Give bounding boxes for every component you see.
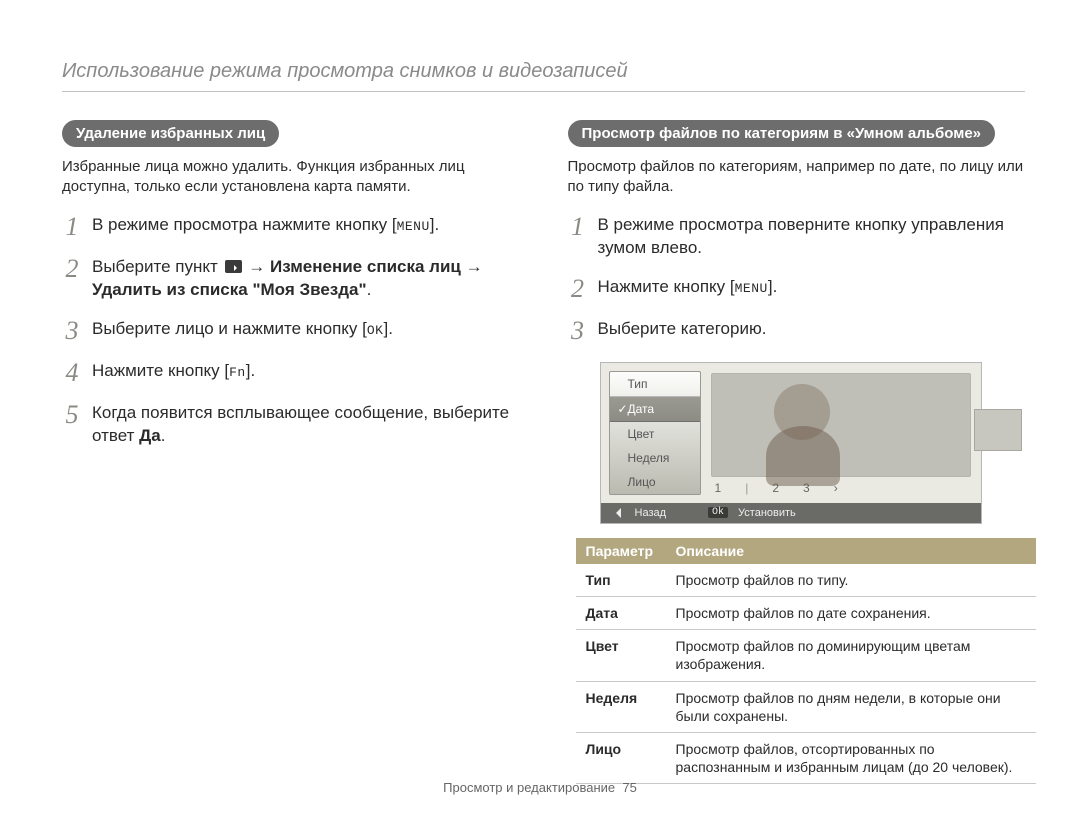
step-number: 3: [568, 318, 588, 344]
params-table: Параметр Описание ТипПросмотр файлов по …: [576, 538, 1036, 785]
photo-preview: [711, 373, 971, 477]
step-number: 2: [62, 256, 82, 302]
right-intro: Просмотр файлов по категориям, например …: [568, 157, 1026, 196]
right-column: Просмотр файлов по категориям в «Умном а…: [568, 120, 1026, 784]
right-pill: Просмотр файлов по категориям в «Умном а…: [568, 120, 996, 147]
playback-icon: [225, 260, 242, 273]
step-text: Нажмите кнопку [Fn].: [92, 360, 520, 386]
step-number: 5: [62, 402, 82, 448]
right-step-3: 3 Выберите категорию.: [568, 318, 1026, 344]
left-step-4: 4 Нажмите кнопку [Fn].: [62, 360, 520, 386]
menu-item-date: ✓Дата: [610, 396, 700, 422]
right-step-2: 2 Нажмите кнопку [MENU].: [568, 276, 1026, 302]
menu-key: MENU: [735, 281, 768, 296]
left-step-1: 1 В режиме просмотра нажмите кнопку [MEN…: [62, 214, 520, 240]
table-row: ДатаПросмотр файлов по дате сохранения.: [576, 597, 1036, 630]
th-param: Параметр: [576, 538, 666, 564]
menu-item-color: Цвет: [610, 422, 700, 446]
step-text: Нажмите кнопку [MENU].: [598, 276, 1026, 302]
back-arrow-icon: [611, 508, 621, 518]
set-label: Установить: [738, 507, 796, 519]
step-text: В режиме просмотра нажмите кнопку [MENU]…: [92, 214, 520, 240]
pager-sep: |: [745, 481, 748, 495]
left-step-3: 3 Выберите лицо и нажмите кнопку [OK].: [62, 318, 520, 344]
left-intro: Избранные лица можно удалить. Функция из…: [62, 157, 520, 196]
step-number: 3: [62, 318, 82, 344]
menu-item-type: Тип: [610, 372, 700, 396]
menu-item-face: Лицо: [610, 470, 700, 494]
step-text: Выберите лицо и нажмите кнопку [OK].: [92, 318, 520, 344]
pager: 1 | 2 3 ›: [701, 477, 981, 503]
step-number: 4: [62, 360, 82, 386]
left-step-2: 2 Выберите пункт → Изменение списка лиц …: [62, 256, 520, 302]
step-text: Когда появится всплывающее сообщение, вы…: [92, 402, 520, 448]
step-text: Выберите категорию.: [598, 318, 1026, 344]
table-row: ЦветПросмотр файлов по доминирующим цвет…: [576, 630, 1036, 681]
screen-footer: Назад Ok Установить: [601, 503, 981, 523]
right-step-1: 1 В режиме просмотра поверните кнопку уп…: [568, 214, 1026, 260]
left-column: Удаление избранных лиц Избранные лица мо…: [62, 120, 520, 784]
menu-key: MENU: [397, 219, 430, 234]
table-header: Параметр Описание: [576, 538, 1036, 564]
step-number: 1: [568, 214, 588, 260]
menu-item-week: Неделя: [610, 446, 700, 470]
table-row: ЛицоПросмотр файлов, отсортированных по …: [576, 733, 1036, 784]
category-menu: Тип ✓Дата Цвет Неделя Лицо: [609, 371, 701, 495]
th-desc: Описание: [666, 538, 1036, 564]
ok-key-icon: Ok: [708, 507, 728, 518]
step-number: 2: [568, 276, 588, 302]
columns: Удаление избранных лиц Избранные лица мо…: [62, 120, 1025, 784]
page-footer: Просмотр и редактирование 75: [0, 780, 1080, 795]
thumbnail-icon: [974, 409, 1022, 451]
left-step-5: 5 Когда появится всплывающее сообщение, …: [62, 402, 520, 448]
step-number: 1: [62, 214, 82, 240]
face-placeholder-icon: [712, 374, 970, 476]
screen-body: Тип ✓Дата Цвет Неделя Лицо 1 | 2 3: [601, 363, 981, 503]
left-pill: Удаление избранных лиц: [62, 120, 279, 147]
step-text: В режиме просмотра поверните кнопку упра…: [598, 214, 1026, 260]
screen-right: 1 | 2 3 ›: [701, 363, 981, 503]
page-1: 1: [715, 481, 722, 495]
ok-key: OK: [367, 323, 384, 338]
fn-key: Fn: [229, 365, 246, 380]
camera-screen: Тип ✓Дата Цвет Неделя Лицо 1 | 2 3: [600, 362, 982, 524]
table-row: НеделяПросмотр файлов по дням недели, в …: [576, 681, 1036, 732]
table-row: ТипПросмотр файлов по типу.: [576, 564, 1036, 597]
back-label: Назад: [635, 507, 667, 519]
section-title: Использование режима просмотра снимков и…: [62, 60, 1025, 92]
step-text: Выберите пункт → Изменение списка лиц → …: [92, 256, 520, 302]
